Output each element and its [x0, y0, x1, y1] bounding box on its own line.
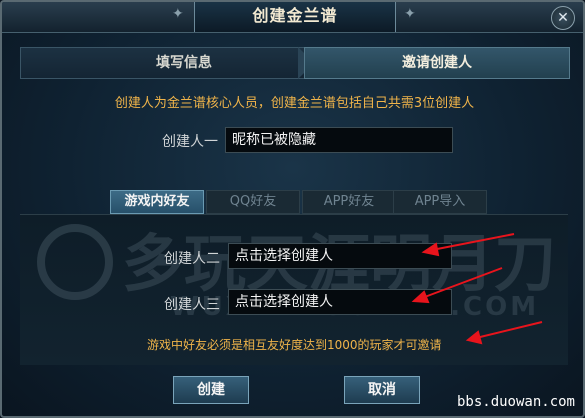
annotation-arrowhead-2 [411, 290, 430, 304]
annotation-arrowhead-1 [421, 242, 440, 257]
annotation-arrow-3 [475, 321, 543, 339]
annotation-arrow-2 [421, 267, 503, 299]
create-jinlanpu-dialog: ✦ 创建金兰谱 ✦ ✕ 填写信息 邀请创建人 创建人为金兰谱核心人员，创建金兰谱… [0, 0, 585, 418]
source-credit: bbs.duowan.com [456, 394, 575, 410]
annotation-arrows [411, 233, 543, 345]
annotation-arrow-1 [431, 233, 515, 251]
annotation-arrowhead-3 [465, 330, 483, 345]
